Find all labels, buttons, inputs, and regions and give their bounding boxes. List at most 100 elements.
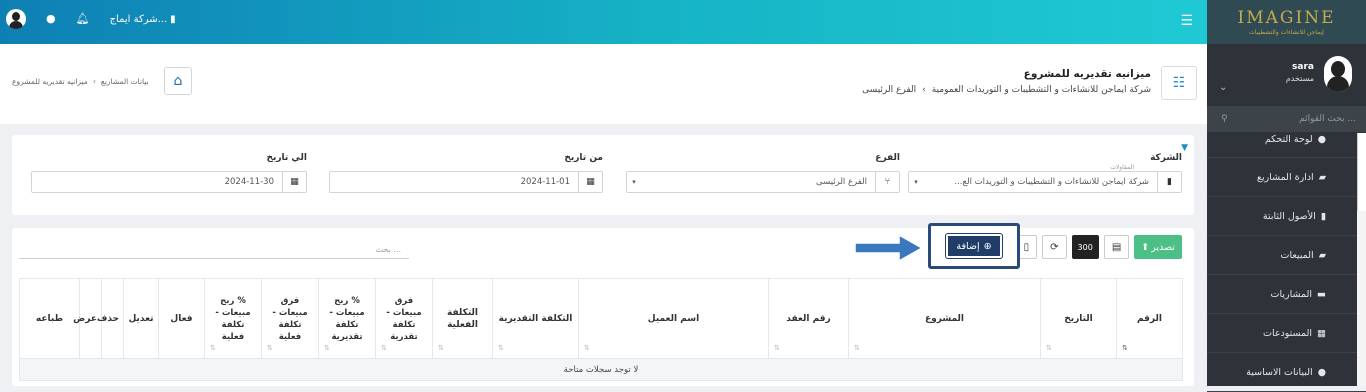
chevron-left-icon: › [92,77,96,86]
user-plus-icon: ⬆ [1141,241,1150,253]
menu-icon[interactable]: ☰ [1180,13,1193,29]
avatar[interactable] [1324,56,1352,92]
sidebar-tab[interactable] [1357,133,1366,211]
column-header-label: الرقم [1136,313,1162,324]
tv-icon: ▬ [1317,288,1326,300]
sort-icon[interactable]: ⇅ [498,342,504,354]
plus-circle-icon: ⊕ [983,240,992,252]
page-header: ☷ ميزانيه تقديريه للمشروع شركة ايماجن لل… [0,44,1207,124]
refresh-button[interactable]: ⟳ [1042,235,1067,259]
sidebar-item-fixed-assets[interactable]: الأصول الثابتة ▮ [1207,197,1366,236]
arrow-right-icon [855,234,923,262]
sort-icon[interactable]: ⇅ [267,342,273,354]
column-header-label: % ربح مبيعات - تكلفة تقديرية [329,295,365,342]
sidebar-item-projects[interactable]: ادارة المشاريع ▰ [1207,158,1366,197]
document-icon: ▯ [1023,241,1030,253]
to-date-input[interactable]: ▦ 2024-11-30 [31,171,307,193]
sort-icon[interactable]: ⇅ [381,342,387,354]
page-subtitle: شركة ايماجن للانشاءات و التشطيبات و التو… [862,85,1151,95]
column-header[interactable]: التاريخ ⇅ [1040,278,1117,359]
sort-icon[interactable]: ⇅ [1046,342,1052,354]
sidebar-item-purchases[interactable]: المشاريات ▬ [1207,275,1366,314]
sort-icon[interactable]: ⇅ [438,342,444,354]
column-header-label: فعال [170,313,193,324]
column-header: طباعه [19,278,80,359]
company-switcher[interactable]: شركة ايماج... ▮ [110,14,176,25]
export-label: تصدير [1151,241,1175,253]
data-table: الرقم ⇅ التاريخ ⇅ المشروع ⇅ رقم العقد ⇅ اسم … [19,278,1183,381]
sort-icon[interactable]: ⇅ [854,342,860,354]
column-header[interactable]: % ربح مبيعات - تكلفة تقديرية ⇅ [318,278,376,359]
column-header[interactable]: اسم العميل ⇅ [578,278,769,359]
main-content: ☷ ميزانيه تقديريه للمشروع شركة ايماجن لل… [0,44,1207,386]
sidebar-item-label: المستودعات [1263,327,1313,339]
column-header[interactable]: فرق مبيعات - تكلفة فعلية ⇅ [261,278,319,359]
export-button[interactable]: تصدير ⬆ [1134,235,1182,259]
from-date-value: 2024-11-01 [520,177,570,187]
sort-icon[interactable]: ⇅ [1122,342,1128,354]
subtitle-company: شركة ايماجن للانشاءات و التشطيبات و التو… [931,85,1151,95]
column-header[interactable]: الرقم ⇅ [1116,278,1183,359]
from-date-input[interactable]: ▦ 2024-11-01 [329,171,603,193]
bell-icon[interactable]: 🔔︎ [76,13,90,25]
column-header[interactable]: % ربح مبيعات - تكلفة فعلية ⇅ [204,278,262,359]
caret-down-icon: ▾ [914,178,918,186]
truck-icon: ▰ [1318,249,1326,261]
filter-panel: ▼ الشركة المقاولات ▮ شركة ايماجن للانشاء… [12,135,1194,215]
sort-icon[interactable]: ⇅ [584,342,590,354]
sidebar: IMAGINE إيماجن للانشاءات والتشطيبات sara… [1207,0,1366,392]
column-header-label: فرق مبيعات - تكلفة فعلية [272,295,308,342]
handshake-icon: ▰ [1318,171,1326,183]
breadcrumb: بيانات المشاريع › ميزانيه تقديريه للمشرو… [12,77,149,86]
column-header[interactable]: فرق مبيعات - تكلفة تقدرية ⇅ [375,278,433,359]
sort-icon[interactable]: ⇅ [324,342,330,354]
to-date-value: 2024-11-30 [224,177,274,187]
column-header[interactable]: التكلفة الفعلية ⇅ [432,278,493,359]
list-icon[interactable]: ☷ [1161,66,1197,100]
to-date-label: الي تاريخ [266,153,307,163]
from-date-label: من تاريخ [564,153,603,163]
building-icon: ▮ [1157,172,1181,192]
sidebar-item-label: لوحة التحكم [1264,134,1313,145]
page-size-button[interactable]: 300 [1071,235,1099,259]
user-panel: sara مستخدم ⌄ [1207,44,1366,106]
company-select-value: شركة ايماجن للانشاءات و التشطيبات و التو… [954,177,1149,187]
sidebar-search-input[interactable]: بحث القوائم ... [1299,114,1356,124]
search-icon: ⚲ [1221,114,1228,124]
sort-icon[interactable]: ⇅ [774,342,780,354]
calendar-icon[interactable]: ▦ [282,172,306,192]
column-header-label: طباعه [35,313,64,324]
company-select[interactable]: ▮ شركة ايماجن للانشاءات و التشطيبات و ال… [908,171,1182,193]
sidebar-item-sales[interactable]: المبيعات ▰ [1207,236,1366,275]
column-header[interactable]: رقم العقد ⇅ [768,278,849,359]
column-header: عرض [73,278,102,359]
column-header: حذف [97,278,124,359]
calendar-icon[interactable]: ▦ [578,172,602,192]
home-button[interactable]: ⌂ [164,67,192,95]
table-toolbar: تصدير ⬆ ▤ 300 ⟳ ▯ [1015,235,1182,259]
company-filter-label: الشركة [1150,153,1182,163]
add-button[interactable]: إضافة ⊕ [945,233,1003,259]
user-name: sara [1292,62,1314,72]
chat-icon[interactable]: ● [46,13,56,25]
user-role: مستخدم [1285,74,1314,83]
avatar-icon[interactable] [6,9,26,29]
filter-icon[interactable]: ▼ [1181,143,1188,153]
branch-select[interactable]: ⑂ الفرع الرئيسى ▾ [626,171,900,193]
sort-icon[interactable]: ⇅ [210,342,216,354]
sidebar-item-basic-data[interactable]: البيانات الاساسية ● [1207,353,1366,392]
sidebar-item-dashboard[interactable]: لوحة التحكم ● [1207,132,1366,158]
sidebar-item-warehouses[interactable]: المستودعات ▦ [1207,314,1366,353]
file-icon: ▮ [1320,210,1326,222]
column-header[interactable]: التكلفة التقديرية ⇅ [492,278,579,359]
columns-button[interactable]: ▤ [1103,235,1130,259]
chevron-down-icon[interactable]: ⌄ [1219,82,1227,93]
table-header-row: الرقم ⇅ التاريخ ⇅ المشروع ⇅ رقم العقد ⇅ اسم … [19,278,1183,359]
sidebar-search[interactable]: ⚲ بحث القوائم ... [1207,106,1366,132]
breadcrumb-item[interactable]: بيانات المشاريع [101,77,149,86]
top-navbar: ● 🔔︎ شركة ايماج... ▮ ☰ [0,0,1207,44]
from-date-filter: من تاريخ ▦ 2024-11-01 [329,153,603,193]
column-header-label: تعديل [128,313,154,324]
column-header[interactable]: المشروع ⇅ [848,278,1041,359]
table-search-input[interactable]: بحث ... [19,241,409,259]
